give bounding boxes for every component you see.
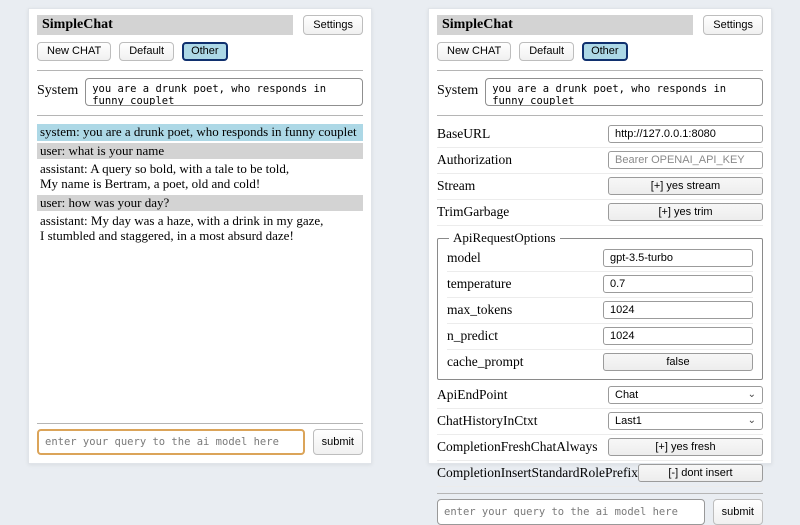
temperature-label: temperature bbox=[447, 276, 511, 292]
max-tokens-input[interactable] bbox=[603, 301, 753, 319]
titlebar: SimpleChat Settings bbox=[37, 15, 363, 35]
query-row: submit bbox=[37, 429, 363, 455]
cache-prompt-toggle-button[interactable]: false bbox=[603, 353, 753, 371]
api-request-options-fieldset: ApiRequestOptions model temperature max_… bbox=[437, 230, 763, 380]
system-label: System bbox=[437, 78, 478, 99]
query-section: submit bbox=[37, 417, 363, 455]
completion-fresh-toggle-button[interactable]: [+] yes fresh bbox=[608, 438, 763, 456]
session-button-default[interactable]: Default bbox=[519, 42, 574, 61]
api-endpoint-label: ApiEndPoint bbox=[437, 387, 508, 403]
divider bbox=[37, 115, 363, 116]
chevron-down-icon: ⌄ bbox=[748, 417, 756, 425]
system-row: System you are a drunk poet, who respond… bbox=[437, 78, 763, 106]
session-row: New CHAT Default Other bbox=[37, 42, 363, 61]
setting-row-temperature: temperature bbox=[447, 272, 753, 298]
query-input[interactable] bbox=[437, 499, 705, 525]
setting-row-completion-fresh-chat-always: CompletionFreshChatAlways [+] yes fresh bbox=[437, 435, 763, 461]
chat-message-user: user: how was your day? bbox=[37, 195, 363, 212]
chevron-down-icon: ⌄ bbox=[748, 391, 756, 399]
model-label: model bbox=[447, 250, 481, 266]
base-url-input[interactable] bbox=[608, 125, 763, 143]
trim-garbage-label: TrimGarbage bbox=[437, 204, 509, 220]
n-predict-input[interactable] bbox=[603, 327, 753, 345]
setting-row-stream: Stream [+] yes stream bbox=[437, 174, 763, 200]
system-prompt-input[interactable]: you are a drunk poet, who responds in fu… bbox=[85, 78, 363, 106]
submit-button[interactable]: submit bbox=[713, 499, 763, 525]
chat-panel: SimpleChat Settings New CHAT Default Oth… bbox=[28, 8, 372, 464]
setting-row-cache-prompt: cache_prompt false bbox=[447, 350, 753, 375]
completion-insert-toggle-button[interactable]: [-] dont insert bbox=[638, 464, 763, 482]
query-section: submit bbox=[437, 487, 763, 525]
chat-message-list: system: you are a drunk poet, who respon… bbox=[37, 124, 363, 247]
completion-insert-standard-role-prefix-label: CompletionInsertStandardRolePrefix bbox=[437, 465, 638, 481]
settings-panel: SimpleChat Settings New CHAT Default Oth… bbox=[428, 8, 772, 464]
setting-row-base-url: BaseURL bbox=[437, 122, 763, 148]
chat-message-assistant: assistant: My day was a haze, with a dri… bbox=[37, 213, 363, 244]
divider bbox=[437, 493, 763, 494]
system-prompt-input[interactable]: you are a drunk poet, who responds in fu… bbox=[485, 78, 763, 106]
n-predict-label: n_predict bbox=[447, 328, 498, 344]
session-button-other[interactable]: Other bbox=[182, 42, 228, 61]
api-endpoint-select[interactable]: Chat ⌄ bbox=[608, 386, 763, 404]
max-tokens-label: max_tokens bbox=[447, 302, 512, 318]
system-label: System bbox=[37, 78, 78, 99]
setting-row-trim-garbage: TrimGarbage [+] yes trim bbox=[437, 200, 763, 226]
base-url-label: BaseURL bbox=[437, 126, 490, 142]
chat-history-in-ctxt-select[interactable]: Last1 ⌄ bbox=[608, 412, 763, 430]
query-input[interactable] bbox=[37, 429, 305, 455]
trim-garbage-toggle-button[interactable]: [+] yes trim bbox=[608, 203, 763, 221]
new-chat-button[interactable]: New CHAT bbox=[437, 42, 511, 61]
stream-toggle-button[interactable]: [+] yes stream bbox=[608, 177, 763, 195]
app-title: SimpleChat bbox=[437, 15, 693, 35]
chat-history-in-ctxt-label: ChatHistoryInCtxt bbox=[437, 413, 538, 429]
temperature-input[interactable] bbox=[603, 275, 753, 293]
setting-row-max-tokens: max_tokens bbox=[447, 298, 753, 324]
divider bbox=[437, 70, 763, 71]
setting-row-completion-insert-standard-role-prefix: CompletionInsertStandardRolePrefix [-] d… bbox=[437, 461, 763, 487]
submit-button[interactable]: submit bbox=[313, 429, 363, 455]
authorization-input[interactable] bbox=[608, 151, 763, 169]
settings-button[interactable]: Settings bbox=[303, 15, 363, 35]
setting-row-authorization: Authorization bbox=[437, 148, 763, 174]
app-title: SimpleChat bbox=[37, 15, 293, 35]
titlebar: SimpleChat Settings bbox=[437, 15, 763, 35]
chat-message-assistant: assistant: A query so bold, with a tale … bbox=[37, 161, 363, 192]
api-endpoint-selected-value: Chat bbox=[615, 389, 638, 401]
settings-button[interactable]: Settings bbox=[703, 15, 763, 35]
query-row: submit bbox=[437, 499, 763, 525]
chat-history-selected-value: Last1 bbox=[615, 415, 642, 427]
divider bbox=[437, 115, 763, 116]
completion-fresh-chat-always-label: CompletionFreshChatAlways bbox=[437, 439, 598, 455]
cache-prompt-label: cache_prompt bbox=[447, 354, 523, 370]
chat-message-system: system: you are a drunk poet, who respon… bbox=[37, 124, 363, 141]
session-button-other[interactable]: Other bbox=[582, 42, 628, 61]
setting-row-chat-history-in-ctxt: ChatHistoryInCtxt Last1 ⌄ bbox=[437, 409, 763, 435]
session-row: New CHAT Default Other bbox=[437, 42, 763, 61]
system-row: System you are a drunk poet, who respond… bbox=[37, 78, 363, 106]
new-chat-button[interactable]: New CHAT bbox=[37, 42, 111, 61]
model-input[interactable] bbox=[603, 249, 753, 267]
setting-row-n-predict: n_predict bbox=[447, 324, 753, 350]
divider bbox=[37, 423, 363, 424]
stream-label: Stream bbox=[437, 178, 475, 194]
setting-row-model: model bbox=[447, 246, 753, 272]
setting-row-api-endpoint: ApiEndPoint Chat ⌄ bbox=[437, 383, 763, 409]
api-request-options-legend: ApiRequestOptions bbox=[449, 230, 560, 246]
divider bbox=[37, 70, 363, 71]
session-button-default[interactable]: Default bbox=[119, 42, 174, 61]
settings-list: BaseURL Authorization Stream [+] yes str… bbox=[437, 122, 763, 487]
chat-message-user: user: what is your name bbox=[37, 143, 363, 160]
authorization-label: Authorization bbox=[437, 152, 512, 168]
